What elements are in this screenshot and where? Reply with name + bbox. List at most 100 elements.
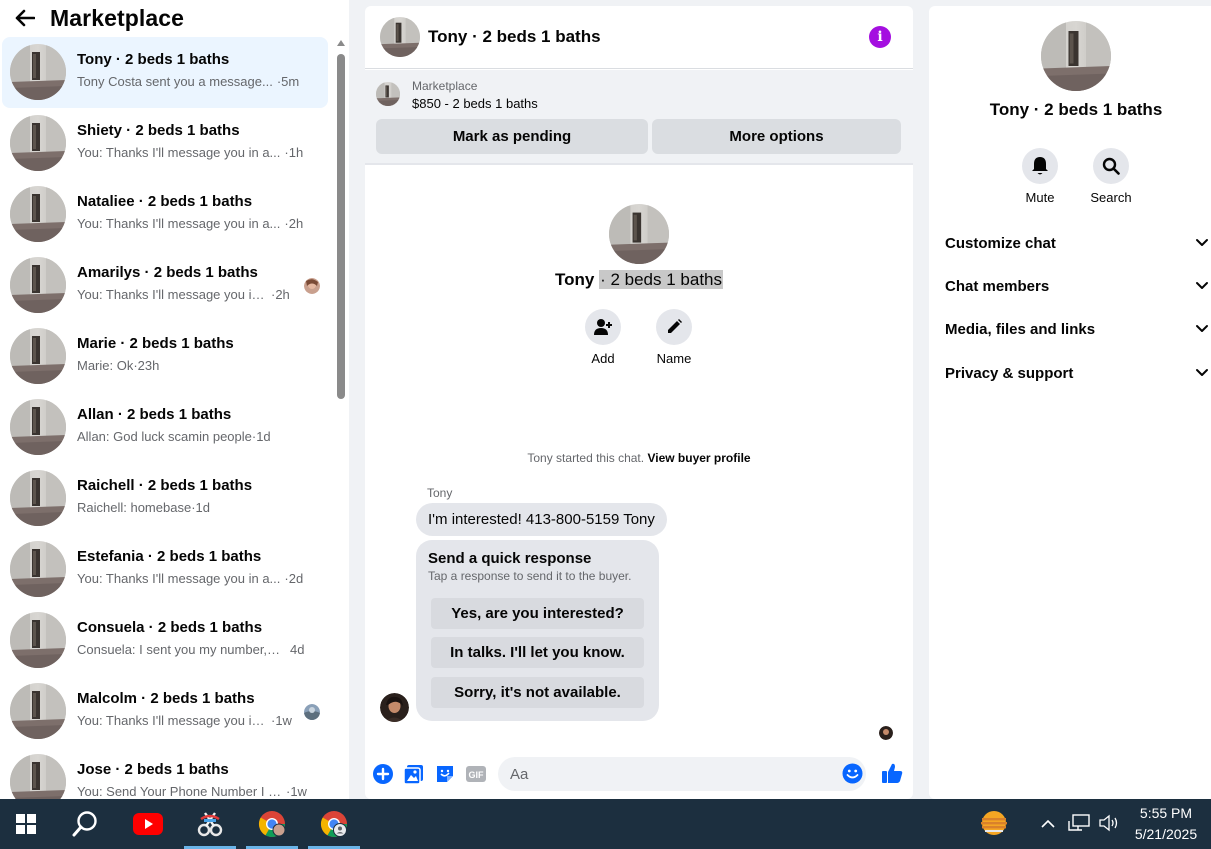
conversation-preview: You: Thanks I'll message you in ...: [77, 713, 267, 728]
privacy-support-section[interactable]: Privacy & support: [945, 355, 1209, 391]
chrome-profile-icon[interactable]: [308, 799, 360, 849]
listing-avatar: [10, 115, 66, 171]
taskbar-clock[interactable]: 5:55 PM 5/21/2025: [1124, 803, 1208, 845]
scroll-up-arrow-icon[interactable]: [337, 40, 345, 46]
chat-started-text: Tony started this chat.: [527, 451, 645, 465]
conversation-item[interactable]: Jose · 2 beds 1 baths You: Send Your Pho…: [2, 747, 328, 799]
windows-start-icon[interactable]: [0, 799, 52, 849]
profile-name-first: Tony: [554, 270, 595, 289]
chevron-up-icon[interactable]: [1040, 816, 1056, 834]
conversation-preview: Consuela: I sent you my number, I...: [77, 642, 282, 657]
mark-as-pending-button[interactable]: Mark as pending: [376, 119, 648, 154]
quick-response-not-available-button[interactable]: Sorry, it's not available.: [431, 677, 644, 708]
plus-circle-icon[interactable]: [372, 763, 394, 785]
chat-panel: Tony · 2 beds 1 baths i Marketplace $850…: [365, 6, 913, 799]
conversation-item[interactable]: Amarilys · 2 beds 1 baths You: Thanks I'…: [2, 250, 328, 321]
conversation-name: Marie · 2 beds 1 baths: [77, 335, 234, 352]
listing-avatar: [10, 683, 66, 739]
search-icon[interactable]: [59, 799, 111, 849]
media-files-links-section[interactable]: Media, files and links: [945, 311, 1209, 347]
volume-icon[interactable]: [1098, 814, 1120, 837]
conversation-time: 4d: [290, 642, 305, 657]
youtube-icon[interactable]: [122, 799, 174, 849]
conversation-time: ·2d: [284, 571, 304, 586]
profile-name: Tony · 2 beds 1 baths: [365, 270, 913, 290]
message-bubble[interactable]: I'm interested! 413-800-5159 Tony: [416, 503, 667, 536]
more-options-button[interactable]: More options: [652, 119, 901, 154]
edit-name-button[interactable]: Name: [649, 309, 699, 366]
read-receipt-avatar: [304, 704, 320, 720]
search-in-chat-button[interactable]: Search: [1081, 148, 1141, 205]
sticker-icon[interactable]: [434, 763, 456, 785]
quick-response-in-talks-button[interactable]: In talks. I'll let you know.: [431, 637, 644, 668]
message-composer: GIF: [365, 755, 913, 795]
conversation-preview: You: Thanks I'll message you in a...: [77, 145, 281, 160]
conversation-item[interactable]: Nataliee · 2 beds 1 baths You: Thanks I'…: [2, 179, 328, 250]
chrome-icon[interactable]: [246, 799, 298, 849]
emoji-icon[interactable]: [842, 763, 863, 784]
customize-chat-section[interactable]: Customize chat: [945, 225, 1209, 261]
listing-price[interactable]: $850 - 2 beds 1 baths: [412, 96, 538, 111]
info-icon[interactable]: i: [869, 26, 891, 48]
marketplace-listing-bar: Marketplace $850 - 2 beds 1 baths Mark a…: [365, 70, 913, 165]
listing-thumbnail[interactable]: [376, 82, 400, 106]
listing-avatar: [10, 470, 66, 526]
conversation-name: Nataliee · 2 beds 1 baths: [77, 193, 253, 210]
section-label: Customize chat: [945, 234, 1056, 252]
network-icon[interactable]: [1068, 814, 1090, 837]
chevron-down-icon: [1196, 369, 1208, 376]
chat-avatar[interactable]: [380, 17, 420, 57]
conversation-preview: Marie: Ok: [77, 358, 134, 373]
name-label: Name: [656, 351, 692, 366]
conversation-item[interactable]: Consuela · 2 beds 1 baths Consuela: I se…: [2, 605, 328, 676]
marketplace-label: Marketplace: [412, 79, 478, 93]
chat-members-section[interactable]: Chat members: [945, 268, 1209, 304]
section-label: Chat members: [945, 277, 1050, 295]
sender-avatar[interactable]: [380, 693, 409, 722]
conversation-preview: Raichell: homebase: [77, 500, 192, 515]
conversation-name: Consuela · 2 beds 1 baths: [77, 619, 263, 636]
quick-response-card: Send a quick response Tap a response to …: [416, 540, 659, 721]
conversation-name: Jose · 2 beds 1 baths: [77, 761, 229, 778]
conversation-name: Tony · 2 beds 1 baths: [77, 51, 230, 68]
listing-avatar: [10, 257, 66, 313]
message-input[interactable]: [498, 757, 866, 791]
conversation-item[interactable]: Raichell · 2 beds 1 baths Raichell: home…: [2, 463, 328, 534]
photo-icon[interactable]: [403, 763, 425, 785]
conversation-item[interactable]: Tony · 2 beds 1 baths Tony Costa sent yo…: [2, 37, 328, 108]
windows-taskbar: 5:55 PM 5/21/2025: [0, 799, 1211, 849]
thumbs-up-icon[interactable]: [880, 761, 903, 783]
conversation-item[interactable]: Estefania · 2 beds 1 baths You: Thanks I…: [2, 534, 328, 605]
conversation-preview: You: Thanks I'll message you in a...: [77, 571, 281, 586]
conversation-preview: Tony Costa sent you a message...: [77, 74, 273, 89]
conversation-name: Allan · 2 beds 1 baths: [77, 406, 232, 423]
section-label: Media, files and links: [945, 320, 1096, 338]
chevron-down-icon: [1196, 239, 1208, 246]
conversation-preview: You: Thanks I'll message you in a...: [77, 216, 281, 231]
section-label: Privacy & support: [945, 364, 1074, 382]
weather-icon[interactable]: [979, 809, 1009, 842]
sidebar-scrollbar[interactable]: [336, 40, 346, 799]
conversation-name: Amarilys · 2 beds 1 baths: [77, 264, 258, 281]
scrollbar-thumb[interactable]: [337, 54, 345, 399]
listing-avatar: [10, 44, 66, 100]
conversation-item[interactable]: Shiety · 2 beds 1 baths You: Thanks I'll…: [2, 108, 328, 179]
listing-avatar: [10, 541, 66, 597]
chat-header: Tony · 2 beds 1 baths i: [365, 6, 913, 69]
back-arrow-icon[interactable]: [14, 7, 36, 29]
chat-title[interactable]: Tony · 2 beds 1 baths: [428, 27, 601, 47]
mute-button[interactable]: Mute: [1010, 148, 1070, 205]
conversation-item[interactable]: Allan · 2 beds 1 baths Allan: God luck s…: [2, 392, 328, 463]
add-people-button[interactable]: Add: [578, 309, 628, 366]
read-receipt-avatar: [304, 278, 320, 294]
gif-icon[interactable]: GIF: [465, 763, 487, 785]
quick-response-yes-button[interactable]: Yes, are you interested?: [431, 598, 644, 629]
conversation-item[interactable]: Malcolm · 2 beds 1 baths You: Thanks I'l…: [2, 676, 328, 747]
conversation-time: ·5m: [276, 74, 300, 89]
conversation-time: ·1h: [284, 145, 304, 160]
view-buyer-profile-link[interactable]: View buyer profile: [647, 451, 750, 465]
quick-response-subtitle: Tap a response to send it to the buyer.: [428, 569, 632, 583]
clock-date: 5/21/2025: [1134, 826, 1198, 842]
conversation-item[interactable]: Marie · 2 beds 1 baths Marie: Ok ·23h: [2, 321, 328, 392]
snipping-tool-icon[interactable]: [184, 799, 236, 849]
